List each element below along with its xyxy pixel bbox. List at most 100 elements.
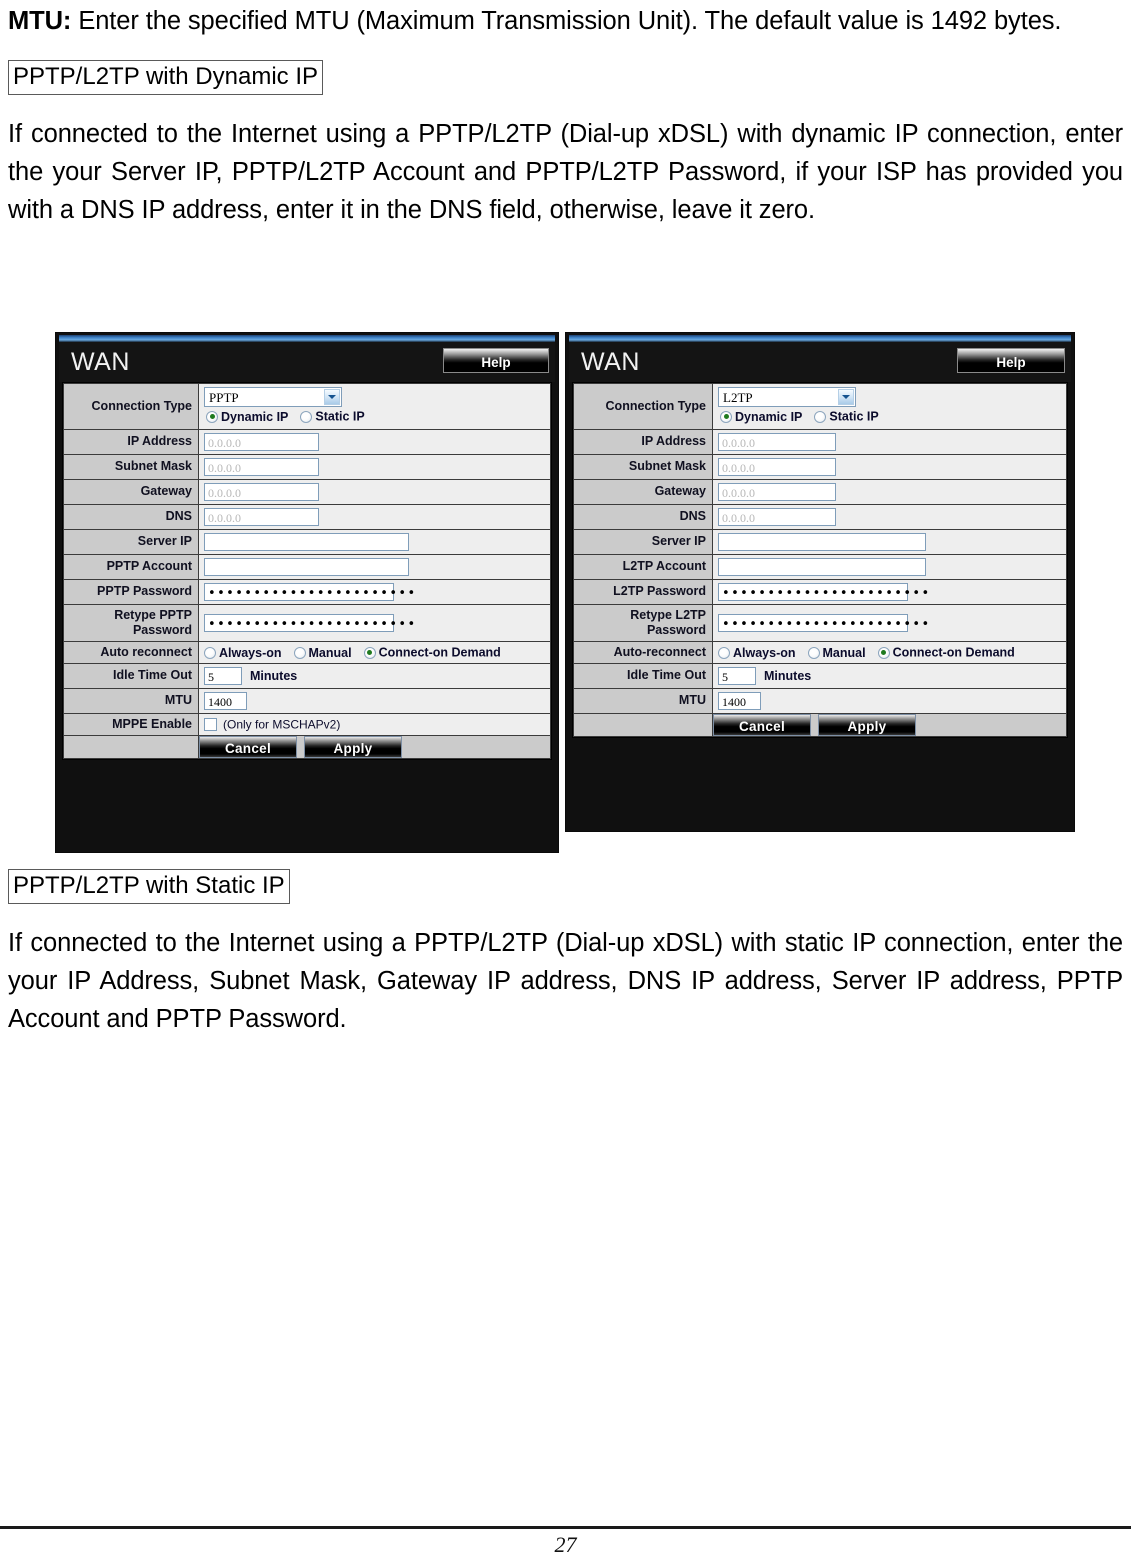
retype-pptp-password-input[interactable]: ••••••••••••••••••••••• [204, 613, 415, 632]
server-ip-input[interactable] [204, 532, 409, 551]
radio-dynamic-ip[interactable] [206, 410, 218, 423]
table-row-ip-address: IP Address 0.0.0.0 [63, 428, 551, 455]
cell-connection-type: PPTP Dynamic IP Static IP [198, 383, 551, 430]
idle-time-out-unit: Minutes [764, 668, 812, 683]
table-row-subnet-mask: Subnet Mask 0.0.0.0 [63, 453, 551, 480]
table-row-server-ip: Server IP [573, 528, 1067, 555]
label-connect-on-demand: Connect-on Demand [378, 645, 501, 660]
label-ip-address: IP Address [573, 428, 713, 455]
table-row-mppe-enable: MPPE Enable (Only for MSCHAPv2) [63, 712, 551, 736]
panel-footer [566, 737, 1074, 760]
help-button[interactable]: Help [443, 348, 549, 373]
dns-input[interactable]: 0.0.0.0 [718, 507, 836, 526]
gateway-input[interactable]: 0.0.0.0 [718, 482, 836, 501]
mtu-input[interactable]: 1400 [718, 691, 761, 710]
cell-gateway: 0.0.0.0 [198, 478, 551, 505]
label-dns: DNS [63, 503, 199, 530]
apply-button[interactable]: Apply [818, 713, 916, 736]
radio-connect-on-demand[interactable] [877, 646, 890, 659]
dns-input[interactable]: 0.0.0.0 [204, 507, 319, 526]
l2tp-account-input[interactable] [718, 557, 926, 576]
radio-static-ip[interactable] [814, 410, 827, 423]
apply-button[interactable]: Apply [304, 735, 402, 758]
cell-pptp-account [198, 553, 551, 580]
page-title: WAN [71, 348, 130, 376]
table-row-ip-address: IP Address 0.0.0.0 [573, 428, 1067, 455]
chevron-down-icon[interactable] [324, 389, 340, 405]
page-number: 27 [554, 1532, 577, 1557]
label-manual: Manual [822, 645, 866, 660]
table-row-subnet-mask: Subnet Mask 0.0.0.0 [573, 453, 1067, 480]
ip-address-input[interactable]: 0.0.0.0 [718, 432, 836, 451]
cell-server-ip [198, 528, 551, 555]
label-server-ip: Server IP [63, 528, 199, 555]
chevron-down-icon[interactable] [838, 389, 854, 405]
radio-always-on[interactable] [204, 646, 216, 659]
cell-dns: 0.0.0.0 [712, 503, 1067, 530]
ip-mode-radio-group: Dynamic IP Static IP [204, 407, 545, 426]
heading-pptp-l2tp-static-ip: PPTP/L2TP with Static IP [8, 869, 290, 904]
subnet-mask-input[interactable]: 0.0.0.0 [718, 457, 836, 476]
subnet-mask-input[interactable]: 0.0.0.0 [204, 457, 319, 476]
help-button[interactable]: Help [957, 348, 1065, 373]
label-manual: Manual [308, 645, 352, 660]
pptp-account-input[interactable] [204, 557, 409, 576]
actions-spacer [63, 734, 199, 759]
label-connect-on-demand: Connect-on Demand [892, 645, 1015, 660]
table-row-connection-type: Connection Type L2TP Dynamic IP Static IP [573, 383, 1067, 430]
actions-spacer [573, 712, 713, 737]
table-row-retype-password: Retype L2TP Password •••••••••••••••••••… [573, 603, 1067, 642]
mtu-input[interactable]: 1400 [204, 691, 247, 710]
radio-manual[interactable] [807, 646, 820, 659]
label-idle-time-out: Idle Time Out [63, 662, 199, 689]
connection-type-value: PPTP [209, 390, 239, 405]
cell-connection-type: L2TP Dynamic IP Static IP [712, 383, 1067, 430]
cell-mtu: 1400 [198, 687, 551, 714]
label-mtu: MTU [573, 687, 713, 714]
cell-idle-time-out: 5 Minutes [712, 662, 1067, 689]
radio-always-on[interactable] [718, 646, 730, 659]
table-row-account: L2TP Account [573, 553, 1067, 580]
label-mppe-enable: MPPE Enable [63, 712, 199, 736]
cell-actions: Cancel Apply [198, 734, 551, 759]
cell-subnet-mask: 0.0.0.0 [712, 453, 1067, 480]
table-row-auto-reconnect: Auto-reconnect Always-on Manual Connect-on… [573, 640, 1067, 664]
cancel-button[interactable]: Cancel [713, 713, 811, 736]
connection-type-value: L2TP [723, 390, 753, 405]
label-server-ip: Server IP [573, 528, 713, 555]
cancel-button[interactable]: Cancel [199, 735, 297, 758]
retype-l2tp-password-input[interactable]: ••••••••••••••••••••••• [718, 613, 929, 632]
radio-manual[interactable] [293, 646, 306, 659]
mtu-paragraph: MTU: Enter the specified MTU (Maximum Tr… [8, 2, 1123, 40]
table-row-gateway: Gateway 0.0.0.0 [63, 478, 551, 505]
connection-type-select[interactable]: L2TP [718, 387, 856, 407]
l2tp-password-input[interactable]: ••••••••••••••••••••••• [718, 582, 929, 601]
radio-static-ip[interactable] [300, 410, 313, 423]
cell-ip-address: 0.0.0.0 [712, 428, 1067, 455]
idle-time-out-input[interactable]: 5 [718, 666, 756, 685]
label-pptp-password: PPTP Password [63, 578, 199, 605]
gateway-input[interactable]: 0.0.0.0 [204, 482, 319, 501]
page-title: WAN [581, 348, 640, 376]
form-container: Connection Type L2TP Dynamic IP Static IP [572, 382, 1068, 738]
radio-dynamic-ip[interactable] [720, 410, 732, 423]
label-gateway: Gateway [63, 478, 199, 505]
idle-time-out-unit: Minutes [250, 668, 298, 683]
cell-retype-pptp-password: ••••••••••••••••••••••• [198, 603, 551, 642]
ip-address-input[interactable]: 0.0.0.0 [204, 432, 319, 451]
cell-ip-address: 0.0.0.0 [198, 428, 551, 455]
mppe-enable-checkbox[interactable] [204, 718, 217, 732]
cell-dns: 0.0.0.0 [198, 503, 551, 530]
connection-type-select[interactable]: PPTP [204, 387, 342, 407]
panel-header: WAN Help [59, 342, 555, 382]
radio-connect-on-demand[interactable] [363, 646, 376, 659]
pptp-password-input[interactable]: ••••••••••••••••••••••• [204, 582, 415, 601]
wan-l2tp-panel: WAN Help Connection Type L2TP Dynamic IP… [565, 332, 1075, 832]
cell-retype-l2tp-password: ••••••••••••••••••••••• [712, 603, 1067, 642]
cell-subnet-mask: 0.0.0.0 [198, 453, 551, 480]
idle-time-out-input[interactable]: 5 [204, 666, 242, 685]
server-ip-input[interactable] [718, 532, 926, 551]
table-row-mtu: MTU 1400 [63, 687, 551, 714]
cell-l2tp-password: ••••••••••••••••••••••• [712, 578, 1067, 605]
